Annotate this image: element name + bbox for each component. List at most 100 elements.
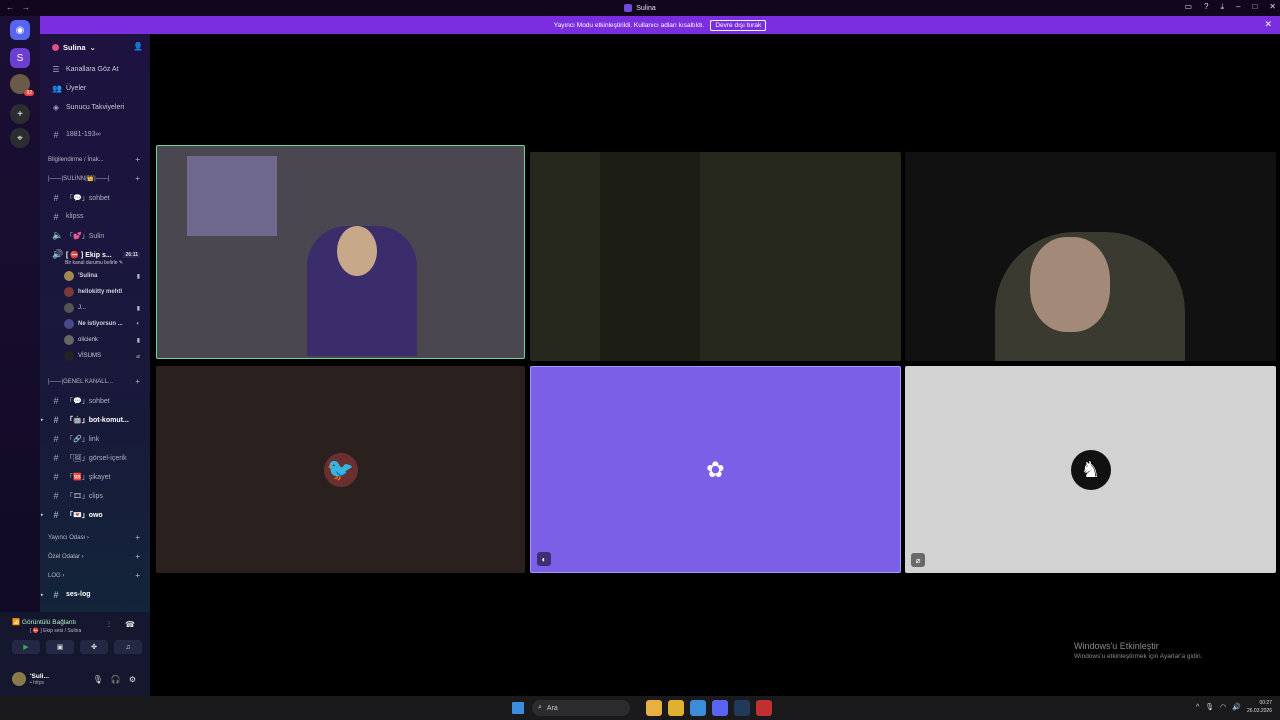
dm-avatar-icon[interactable]: 92: [10, 74, 34, 96]
noise-suppression-icon[interactable]: ⫶: [108, 620, 110, 630]
chrome-icon[interactable]: [646, 700, 662, 716]
add-channel-icon[interactable]: +: [135, 174, 140, 183]
category-log[interactable]: LOG › +: [40, 566, 150, 585]
server-sulina-icon[interactable]: S: [10, 48, 30, 68]
mic-icon[interactable]: 🎙: [1205, 703, 1214, 711]
channel-link[interactable]: # 「🔗」link: [40, 429, 150, 448]
disable-button[interactable]: Devre dışı bırak: [710, 19, 767, 31]
add-channel-icon[interactable]: +: [135, 571, 140, 580]
category-info[interactable]: Bilgilendirme / İnak... +: [40, 150, 150, 169]
category-ozel[interactable]: Özel Odalar › +: [40, 547, 150, 566]
screen-share-button[interactable]: ▣: [46, 640, 74, 654]
hash-icon: #: [53, 129, 59, 140]
add-channel-icon[interactable]: +: [135, 155, 140, 164]
maximize-icon[interactable]: □: [1252, 2, 1257, 12]
connection-status: 📶 Görüntülü Bağlantı: [12, 619, 77, 626]
wifi-icon[interactable]: ◠: [1220, 703, 1226, 711]
help-icon[interactable]: ?: [1204, 2, 1208, 12]
category-yayinci[interactable]: Yayıncı Odası › +: [40, 528, 150, 547]
windows-start-icon[interactable]: [512, 702, 524, 714]
volume-icon[interactable]: 🔊: [1232, 703, 1241, 711]
clock[interactable]: 00:27 26.03.2026: [1247, 699, 1272, 715]
channel-klipss[interactable]: # klipss: [40, 207, 150, 226]
channel-clips[interactable]: # 「🎞」clips: [40, 486, 150, 505]
avatar: [64, 271, 74, 281]
channel-bot-komut[interactable]: ▸ # 「🤖」bot-komut...: [40, 410, 150, 429]
members[interactable]: 👥 Üyeler: [40, 79, 150, 98]
download-icon[interactable]: ⤓: [1220, 2, 1224, 12]
activities-button[interactable]: ✤: [80, 640, 108, 654]
nav-arrows: ← →: [6, 3, 30, 12]
voice-user[interactable]: 'Sulina ▮: [40, 268, 150, 284]
members-icon: 👥: [52, 84, 62, 93]
voice-channel-sulin[interactable]: 🔈 「💕」Sulin: [40, 226, 150, 245]
signal-icon[interactable]: 📶: [12, 619, 20, 626]
taskbar-search[interactable]: ⌕ Ara: [532, 700, 630, 716]
channel-sohbet-2[interactable]: # 「💬」sohbet: [40, 391, 150, 410]
forward-arrow-icon[interactable]: →: [22, 3, 30, 12]
add-channel-icon[interactable]: +: [135, 377, 140, 386]
avatar: 🐦: [323, 452, 358, 487]
video-tile-user[interactable]: [905, 152, 1276, 361]
add-channel-icon[interactable]: +: [135, 552, 140, 561]
discord-icon[interactable]: [712, 700, 728, 716]
avatar-tile-visums[interactable]: ♞ ⌀: [905, 366, 1276, 573]
video-tile-sulina[interactable]: [156, 145, 525, 359]
avatar: [64, 287, 74, 297]
steam-icon[interactable]: [734, 700, 750, 716]
channel-sohbet[interactable]: # 「💬」sohbet: [40, 188, 150, 207]
banner-close-icon[interactable]: ✕: [1264, 19, 1272, 30]
file-explorer-icon[interactable]: [668, 700, 684, 716]
voice-user[interactable]: Ne istiyorsun ... ◐: [40, 316, 150, 332]
channel-1881[interactable]: #1881-193∞: [40, 125, 150, 144]
avatar-tile-bird[interactable]: 🐦: [156, 366, 525, 573]
user-panel: 'Suli... • https 🎙 🎧 ⚙: [0, 666, 150, 692]
disconnect-icon[interactable]: ☎: [125, 620, 135, 629]
settings-gear-icon[interactable]: ⚙: [129, 675, 136, 684]
discover-icon[interactable]: ⌖: [10, 128, 30, 148]
hash-icon: #: [53, 414, 59, 425]
back-arrow-icon[interactable]: ←: [6, 3, 14, 12]
hash-icon: #: [53, 509, 59, 520]
camera-button[interactable]: ▶: [12, 640, 40, 654]
add-channel-icon[interactable]: +: [135, 533, 140, 542]
server-rail: ◉ S 92 + ⌖: [0, 16, 40, 696]
unread-indicator-icon: ▸: [41, 511, 44, 518]
chevron-up-icon[interactable]: ^: [1196, 704, 1199, 711]
voice-user[interactable]: hellokitty mehtl: [40, 284, 150, 300]
voice-channel-ekip[interactable]: 🔊[ ⛔ ] Ekip s... 26:11: [40, 245, 150, 264]
minimize-icon[interactable]: –: [1236, 2, 1240, 12]
mic-icon[interactable]: 🎙: [93, 675, 103, 684]
stream-icon: ◐: [537, 552, 551, 566]
hash-icon: #: [53, 471, 59, 482]
channel-owo[interactable]: ▸ # 「💌」owo: [40, 505, 150, 524]
category-genel[interactable]: |——|GENEL KANALL... +: [40, 372, 150, 391]
category-sulinn[interactable]: |——|SULİNN|👑|——| +: [40, 169, 150, 188]
connection-channel[interactable]: [ ⛔ ] Ekip sesi / Sulina: [30, 628, 81, 634]
voice-user[interactable]: olicienk ▮: [40, 332, 150, 348]
voice-connection-panel: 📶 Görüntülü Bağlantı [ ⛔ ] Ekip sesi / S…: [0, 612, 150, 696]
avatar-tile-purple[interactable]: ✿ ◐: [530, 366, 901, 573]
voice-user[interactable]: VİSUMS ⌀: [40, 348, 150, 364]
invite-icon[interactable]: 👤: [133, 42, 143, 51]
video-tile-dark-room[interactable]: [530, 152, 901, 361]
channel-sikayet[interactable]: # 「🆘」şikayet: [40, 467, 150, 486]
hash-icon: #: [53, 192, 59, 203]
channel-ses-log[interactable]: ▸ # ses-log: [40, 585, 150, 604]
close-window-icon[interactable]: ✕: [1269, 2, 1276, 12]
add-server-icon[interactable]: +: [10, 104, 30, 124]
soundboard-button[interactable]: ♫: [114, 640, 142, 654]
inbox-icon[interactable]: ▭: [1184, 2, 1192, 12]
server-header[interactable]: Sulina ⌄ 👤: [40, 34, 150, 60]
headphones-icon[interactable]: 🎧: [111, 675, 121, 684]
voice-user[interactable]: J... ▮: [40, 300, 150, 316]
room-shadow: [600, 152, 700, 361]
avatar[interactable]: [12, 672, 26, 686]
discord-home-icon[interactable]: ◉: [10, 20, 30, 40]
channel-gorsel[interactable]: # 「🖼」görsel-içerik: [40, 448, 150, 467]
hash-icon: #: [53, 395, 59, 406]
app-icon[interactable]: [756, 700, 772, 716]
server-boosts[interactable]: ◈ Sunucu Takviyeleri: [40, 98, 150, 117]
browse-channels[interactable]: ☰ Kanallara Göz At: [40, 60, 150, 79]
app-icon[interactable]: [690, 700, 706, 716]
